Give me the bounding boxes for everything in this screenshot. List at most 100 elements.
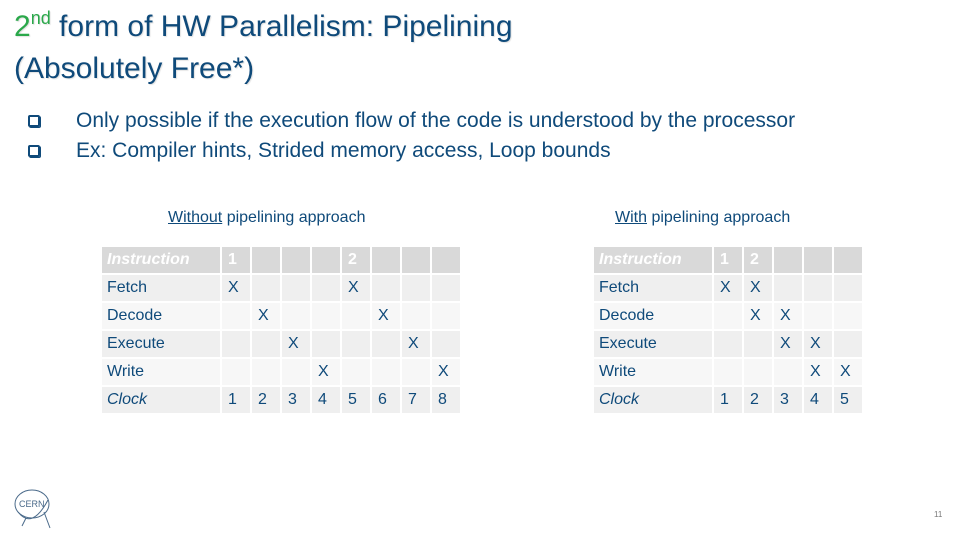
table-cell xyxy=(252,275,280,301)
table-cell: 2 xyxy=(744,247,772,273)
row-label: Decode xyxy=(102,303,220,329)
table-cell: X xyxy=(342,275,370,301)
stage-row: Execute X X xyxy=(594,331,862,357)
left-table-caption: Without pipelining approach xyxy=(168,209,365,227)
table-cell xyxy=(372,331,400,357)
stage-row: Decode X X xyxy=(594,303,862,329)
stage-row: Fetch X X xyxy=(594,275,862,301)
stage-row: Execute X X xyxy=(102,331,460,357)
table-cell xyxy=(834,247,862,273)
table-cell xyxy=(222,359,250,385)
caption-rest: pipelining approach xyxy=(647,209,791,226)
table-cell xyxy=(714,331,742,357)
table-cell: 2 xyxy=(744,387,772,413)
stage-row: Fetch X X xyxy=(102,275,460,301)
table-cell xyxy=(312,275,340,301)
table-cell xyxy=(774,247,802,273)
table-cell xyxy=(282,275,310,301)
table-cell: 1 xyxy=(714,387,742,413)
table-cell: X xyxy=(774,331,802,357)
cern-logo-icon: CERN xyxy=(14,489,51,529)
checkbox-bullet-icon xyxy=(28,115,40,127)
table-cell xyxy=(342,331,370,357)
table-cell xyxy=(804,247,832,273)
row-label: Fetch xyxy=(102,275,220,301)
slide-title: 2nd form of HW Parallelism: Pipelining (… xyxy=(14,6,513,90)
page-number: 11 xyxy=(934,510,943,519)
caption-underlined: With xyxy=(615,209,647,226)
table-cell: X xyxy=(834,359,862,385)
caption-rest: pipelining approach xyxy=(222,209,366,226)
table-cell xyxy=(342,303,370,329)
row-label: Decode xyxy=(594,303,712,329)
bullet-text: Only possible if the execution flow of t… xyxy=(76,109,796,132)
table-cell xyxy=(804,275,832,301)
table-cell xyxy=(402,303,430,329)
bullet-text: Ex: Compiler hints, Strided memory acces… xyxy=(76,139,611,162)
table-cell xyxy=(372,275,400,301)
table-cell xyxy=(312,247,340,273)
table-cell xyxy=(432,275,460,301)
stage-row: Decode X X xyxy=(102,303,460,329)
header-row: Instruction 1 2 xyxy=(594,247,862,273)
table-cell: 2 xyxy=(252,387,280,413)
table-cell xyxy=(402,359,430,385)
row-label: Instruction xyxy=(594,247,712,273)
table-cell: X xyxy=(804,331,832,357)
table-cell xyxy=(372,247,400,273)
table-cell xyxy=(222,303,250,329)
table-cell: 6 xyxy=(372,387,400,413)
logo-text: CERN xyxy=(19,499,45,509)
title-accent: 2nd xyxy=(14,9,51,43)
table-cell xyxy=(342,359,370,385)
table-cell: X xyxy=(744,275,772,301)
row-label: Execute xyxy=(594,331,712,357)
table-cell xyxy=(804,303,832,329)
row-label: Clock xyxy=(102,387,220,413)
table-cell xyxy=(282,303,310,329)
table-cell xyxy=(774,275,802,301)
table-cell xyxy=(252,331,280,357)
table-cell xyxy=(252,247,280,273)
table-cell xyxy=(432,303,460,329)
table-cell: 5 xyxy=(834,387,862,413)
checkbox-bullet-icon xyxy=(28,145,40,157)
table-cell: X xyxy=(714,275,742,301)
bullet-list: Only possible if the execution flow of t… xyxy=(28,106,795,166)
table-cell: X xyxy=(432,359,460,385)
without-pipelining-table: Instruction 1 2 Fetch X X Decode X X Execute X X Wri… xyxy=(100,245,462,415)
table-cell xyxy=(372,359,400,385)
table-cell: 2 xyxy=(342,247,370,273)
title-line1: form of HW Parallelism: Pipelining xyxy=(50,10,513,43)
table-cell: X xyxy=(312,359,340,385)
row-label: Write xyxy=(594,359,712,385)
table-cell xyxy=(432,247,460,273)
caption-underlined: Without xyxy=(168,209,223,226)
table-cell: X xyxy=(282,331,310,357)
table-cell xyxy=(402,247,430,273)
row-label: Instruction xyxy=(102,247,220,273)
table-cell: X xyxy=(744,303,772,329)
bullet-item: Only possible if the execution flow of t… xyxy=(28,106,795,136)
table-cell xyxy=(744,331,772,357)
table-cell: 1 xyxy=(714,247,742,273)
row-label: Write xyxy=(102,359,220,385)
row-label: Fetch xyxy=(594,275,712,301)
table-cell xyxy=(774,359,802,385)
row-label: Execute xyxy=(102,331,220,357)
table-cell: X xyxy=(372,303,400,329)
title-line2: (Absolutely Free*) xyxy=(14,52,255,85)
table-cell: 1 xyxy=(222,247,250,273)
table-cell xyxy=(222,331,250,357)
bullet-item: Ex: Compiler hints, Strided memory acces… xyxy=(28,136,795,166)
table-cell xyxy=(252,359,280,385)
with-pipelining-table: Instruction 1 2 Fetch X X Decode X X Execute X X Wri… xyxy=(592,245,864,415)
table-cell: 3 xyxy=(774,387,802,413)
stage-row: Write X X xyxy=(102,359,460,385)
row-label: Clock xyxy=(594,387,712,413)
title-accent-number: 2 xyxy=(14,10,31,43)
stage-row: Write X X xyxy=(594,359,862,385)
table-cell: X xyxy=(252,303,280,329)
table-cell xyxy=(714,359,742,385)
table-cell: X xyxy=(774,303,802,329)
